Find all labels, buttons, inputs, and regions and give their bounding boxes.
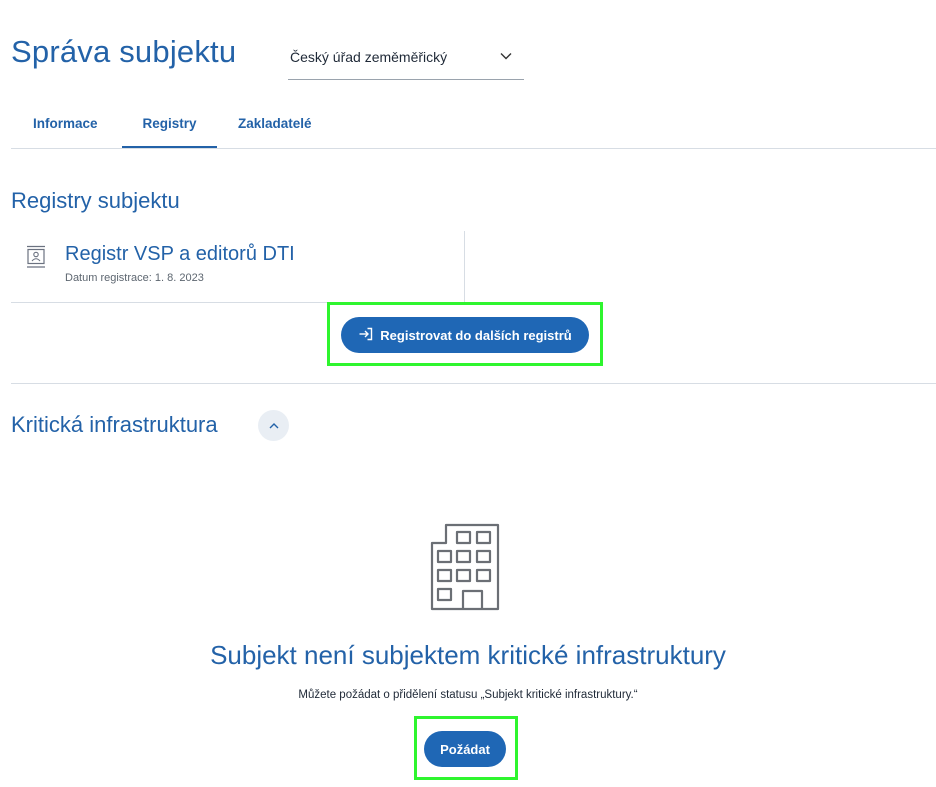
organization-select-value: Český úřad zeměměřický [290,49,448,65]
registry-card[interactable]: Registr VSP a editorů DTI Datum registra… [11,231,465,303]
tab-bar: Informace Registry Zakladatelé [11,112,936,149]
tab-registry-label: Registry [142,116,197,131]
register-button-label: Registrovat do dalších registrů [380,327,572,343]
registry-name[interactable]: Registr VSP a editorů DTI [65,243,295,266]
building-icon [430,523,500,611]
tab-informace[interactable]: Informace [33,116,98,148]
page-title: Správa subjektu [11,34,237,69]
section-divider [11,383,936,384]
registry-date-label: Datum registrace: [65,272,152,284]
organization-select[interactable]: Český úřad zeměměřický [288,38,524,80]
registry-date: Datum registrace: 1. 8. 2023 [65,272,204,284]
request-button[interactable]: Požádat [424,731,506,767]
register-to-registries-button[interactable]: Registrovat do dalších registrů [341,317,589,353]
login-arrow-icon [358,327,374,344]
chevron-up-icon [269,422,278,428]
empty-state-description: Můžete požádat o přidělení statusu „Subj… [298,689,638,701]
id-card-icon [27,245,45,268]
registries-section-title: Registry subjektu [11,188,180,213]
tab-registry[interactable]: Registry [122,116,217,148]
tab-zakladatele[interactable]: Zakladatelé [238,116,312,148]
chevron-down-icon [500,53,512,60]
registry-date-value: 1. 8. 2023 [154,272,204,284]
critical-infrastructure-title: Kritická infrastruktura [11,412,218,437]
empty-state-title: Subjekt není subjektem kritické infrastr… [210,640,726,670]
request-button-label: Požádat [440,741,490,757]
collapse-toggle-button[interactable] [258,410,289,441]
page: Správa subjektu Český úřad zeměměřický I… [0,0,936,787]
